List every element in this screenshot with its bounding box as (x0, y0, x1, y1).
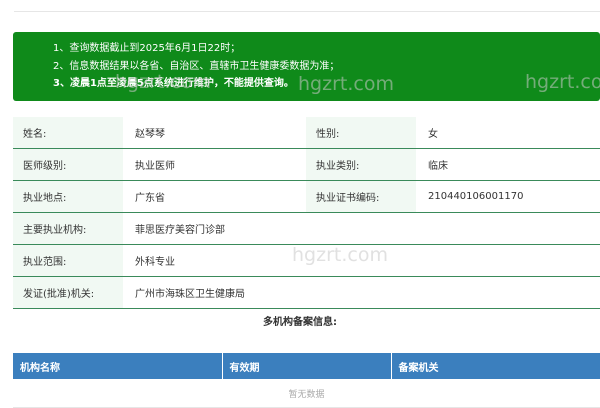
info-row-level: 医师级别: 执业医师 执业类别: 临床 (13, 148, 600, 181)
level-value: 执业医师 (123, 148, 306, 181)
scope-label: 执业范围: (13, 244, 123, 277)
level-label: 医师级别: (13, 148, 123, 181)
multi-institution-title: 多机构备案信息: (263, 317, 337, 328)
institution-label: 主要执业机构: (13, 212, 123, 245)
column-validity: 有效期 (222, 353, 392, 379)
notice-line-1: 1、查询数据截止到2025年6月1日22时； (53, 43, 241, 54)
empty-row: 暂无数据 (13, 379, 600, 408)
certificate-label: 执业证书编码: (306, 180, 416, 213)
doctor-info-table: 姓名: 赵琴琴 性别: 女 医师级别: 执业医师 执业类别: 临床 执业地点: … (13, 117, 600, 309)
notice-line-3: 3、凌晨1点至凌晨5点系统进行维护，不能提供查询。 (53, 78, 294, 89)
category-value: 临床 (416, 148, 600, 181)
column-record-authority: 备案机关 (391, 353, 600, 379)
institution-value: 菲思医疗美容门诊部 (123, 212, 600, 245)
category-label: 执业类别: (306, 148, 416, 181)
top-divider (14, 11, 600, 12)
empty-message: 暂无数据 (13, 379, 600, 408)
info-row-location: 执业地点: 广东省 执业证书编码: 210440106001170 (13, 180, 600, 213)
scope-value: 外科专业 (123, 244, 600, 277)
info-row-authority: 发证(批准)机关: 广州市海珠区卫生健康局 (13, 276, 600, 309)
gender-value: 女 (416, 117, 600, 149)
table-header-row: 机构名称 有效期 备案机关 (13, 353, 600, 379)
notice-line-2: 2、信息数据结果以各省、自治区、直辖市卫生健康委数据为准； (53, 60, 340, 72)
name-label: 姓名: (13, 117, 123, 149)
location-value: 广东省 (123, 180, 306, 213)
name-value: 赵琴琴 (123, 117, 306, 149)
info-row-institution: 主要执业机构: 菲思医疗美容门诊部 (13, 212, 600, 245)
authority-label: 发证(批准)机关: (13, 276, 123, 309)
info-row-scope: 执业范围: 外科专业 (13, 244, 600, 277)
notice-banner: 1、查询数据截止到2025年6月1日22时； 2、信息数据结果以各省、自治区、直… (13, 32, 600, 101)
authority-value: 广州市海珠区卫生健康局 (123, 276, 600, 309)
certificate-value: 210440106001170 (416, 180, 600, 213)
info-row-name: 姓名: 赵琴琴 性别: 女 (13, 117, 600, 149)
gender-label: 性别: (306, 117, 416, 149)
location-label: 执业地点: (13, 180, 123, 213)
column-institution-name: 机构名称 (13, 353, 223, 379)
